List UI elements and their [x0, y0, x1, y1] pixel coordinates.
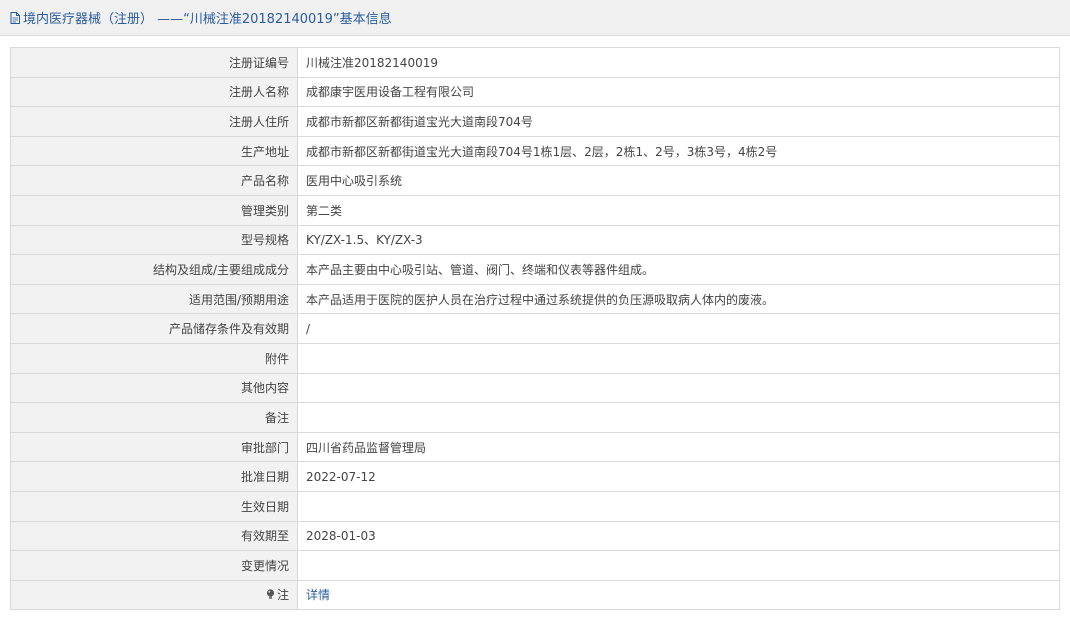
note-label-cell: 注 [10, 579, 298, 611]
row-label: 附件 [10, 342, 298, 374]
row-value [297, 342, 1060, 374]
row-label: 有效期至 [10, 520, 298, 552]
row-label: 适用范围/预期用途 [10, 283, 298, 315]
detail-link[interactable]: 详情 [306, 588, 330, 602]
table-row: 生产地址 成都市新都区新都街道宝光大道南段704号1栋1层、2层，2栋1、2号，3… [10, 135, 1060, 167]
row-label: 生产地址 [10, 135, 298, 167]
page-title: 境内医疗器械（注册） ——“川械注准20182140019”基本信息 [23, 12, 392, 27]
row-value: / [297, 313, 1060, 344]
table-row: 生效日期 [10, 490, 1060, 522]
table-row: 型号规格 KY/ZX-1.5、KY/ZX-3 [10, 224, 1060, 256]
row-value [297, 372, 1060, 404]
table-row: 产品储存条件及有效期 / [10, 313, 1060, 344]
info-table-container: 注册证编号 川械注准20182140019 注册人名称 成都康宇医用设备工程有限公司注… [10, 47, 1060, 611]
page-title-bar: 境内医疗器械（注册） ——“川械注准20182140019”基本信息 [0, 0, 1070, 36]
note-value-cell: 详情 [297, 579, 1060, 611]
row-label: 生效日期 [10, 490, 298, 522]
info-table: 注册证编号 川械注准20182140019 注册人名称 成都康宇医用设备工程有限公司注… [10, 47, 1060, 611]
row-value: 成都市新都区新都街道宝光大道南段704号1栋1层、2层，2栋1、2号，3栋3号，… [297, 135, 1060, 167]
table-row: 其他内容 [10, 372, 1060, 404]
row-value [297, 490, 1060, 522]
table-row: 有效期至 2028-01-03 [10, 520, 1060, 552]
table-row: 注册人名称 成都康宇医用设备工程有限公司 [10, 76, 1060, 108]
row-label: 备注 [10, 402, 298, 433]
row-label: 产品储存条件及有效期 [10, 313, 298, 344]
lightbulb-icon [266, 589, 275, 600]
table-row: 审批部门 四川省药品监督管理局 [10, 431, 1060, 463]
row-value: 成都市新都区新都街道宝光大道南段704号 [297, 106, 1060, 137]
table-row: 备注 [10, 402, 1060, 433]
row-label: 注册证编号 [10, 47, 298, 78]
row-label: 变更情况 [10, 550, 298, 581]
row-value: 本产品主要由中心吸引站、管道、阀门、终端和仪表等器件组成。 [297, 254, 1060, 285]
row-value [297, 402, 1060, 433]
note-row: 注 详情 [10, 579, 1060, 611]
row-label: 型号规格 [10, 224, 298, 256]
row-value: 2022-07-12 [297, 461, 1060, 492]
table-row: 批准日期 2022-07-12 [10, 461, 1060, 492]
row-label: 注册人住所 [10, 106, 298, 137]
row-label: 审批部门 [10, 431, 298, 463]
row-value: 成都康宇医用设备工程有限公司 [297, 76, 1060, 108]
table-row: 附件 [10, 342, 1060, 374]
row-value: 医用中心吸引系统 [297, 165, 1060, 196]
row-value [297, 550, 1060, 581]
row-label: 产品名称 [10, 165, 298, 196]
table-row: 结构及组成/主要组成成分 本产品主要由中心吸引站、管道、阀门、终端和仪表等器件组成… [10, 254, 1060, 285]
row-label: 管理类别 [10, 194, 298, 226]
info-table-body: 注册证编号 川械注准20182140019 注册人名称 成都康宇医用设备工程有限公司注… [10, 47, 1060, 611]
row-value: 四川省药品监督管理局 [297, 431, 1060, 463]
table-row: 注册证编号 川械注准20182140019 [10, 47, 1060, 78]
row-label: 注册人名称 [10, 76, 298, 108]
row-value: 本产品适用于医院的医护人员在治疗过程中通过系统提供的负压源吸取病人体内的废液。 [297, 283, 1060, 315]
row-value: KY/ZX-1.5、KY/ZX-3 [297, 224, 1060, 256]
note-label-text: 注 [276, 588, 289, 603]
note-label: 注 [266, 586, 289, 603]
row-label: 批准日期 [10, 461, 298, 492]
row-value: 2028-01-03 [297, 520, 1060, 552]
table-row: 产品名称 医用中心吸引系统 [10, 165, 1060, 196]
table-row: 适用范围/预期用途 本产品适用于医院的医护人员在治疗过程中通过系统提供的负压源吸取… [10, 283, 1060, 315]
table-row: 管理类别 第二类 [10, 194, 1060, 226]
row-label: 其他内容 [10, 372, 298, 404]
row-value: 第二类 [297, 194, 1060, 226]
table-row: 变更情况 [10, 550, 1060, 581]
row-value: 川械注准20182140019 [297, 47, 1060, 78]
table-row: 注册人住所 成都市新都区新都街道宝光大道南段704号 [10, 106, 1060, 137]
row-label: 结构及组成/主要组成成分 [10, 254, 298, 285]
document-icon [10, 11, 20, 24]
